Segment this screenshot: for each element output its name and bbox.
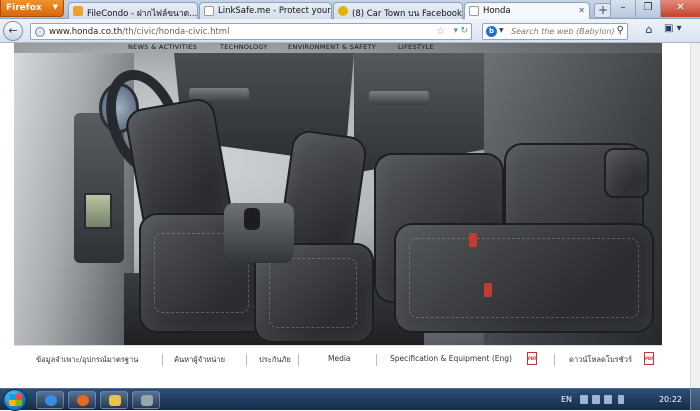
specs-english-link[interactable]: Specification & Equipment (Eng) bbox=[390, 354, 512, 363]
tray-app-icon[interactable] bbox=[580, 395, 588, 404]
taskbar-ie[interactable] bbox=[36, 391, 64, 409]
app-icon bbox=[141, 395, 153, 406]
site-identity-icon[interactable] bbox=[35, 27, 45, 37]
headrest bbox=[604, 148, 649, 198]
nav-news-activities[interactable]: NEWS & ACTIVITIES bbox=[128, 43, 197, 51]
tab-label: FileCondo - ฝากไฟล์ขนาด... bbox=[87, 9, 198, 19]
cartown-favicon-icon bbox=[338, 6, 348, 16]
tab-bar: Firefox ▼ FileCondo - ฝากไฟล์ขนาด... Lin… bbox=[0, 0, 700, 19]
filecondo-favicon-icon bbox=[73, 6, 83, 16]
firefox-icon bbox=[77, 395, 89, 406]
flag-icon[interactable] bbox=[592, 395, 600, 404]
menu-divider bbox=[376, 354, 377, 366]
audio-display bbox=[84, 193, 112, 229]
navigation-bar: ← www.honda.co.th/th/civic/honda-civic.h… bbox=[0, 19, 700, 43]
system-tray: EN 20:22 bbox=[540, 389, 700, 411]
pdf-icon[interactable]: PDF bbox=[527, 352, 537, 365]
bookmark-star-icon[interactable]: ☆ bbox=[436, 26, 445, 37]
folder-icon bbox=[109, 395, 121, 406]
babylon-engine-icon[interactable]: b bbox=[486, 26, 497, 37]
tab-car-town[interactable]: (8) Car Town บน Facebook bbox=[333, 2, 463, 19]
search-input[interactable]: b ▼ Search the web (Babylon) ⚲ bbox=[482, 23, 628, 40]
tab-honda[interactable]: Honda ✕ bbox=[464, 2, 590, 19]
pdf-icon[interactable]: PDF bbox=[644, 352, 654, 365]
site-nav: NEWS & ACTIVITIES TECHNOLOGY ENVIRONMENT… bbox=[14, 43, 662, 53]
seat-stitching bbox=[409, 238, 639, 318]
seatbelt-buckle bbox=[484, 283, 492, 297]
dropdown-icon[interactable]: ▾ bbox=[453, 26, 458, 36]
bottom-menu: ข้อมูลจำเพาะ/อุปกรณ์มาตรฐาน ค้นหาผู้จำหน… bbox=[14, 345, 662, 371]
url-path: /th/civic/honda-civic.html bbox=[122, 27, 230, 37]
window-controls: – ❐ ✕ bbox=[610, 0, 700, 17]
taskbar-explorer[interactable] bbox=[100, 391, 128, 409]
start-button[interactable] bbox=[3, 389, 27, 411]
page-favicon-icon bbox=[204, 6, 214, 16]
windows-taskbar: EN 20:22 bbox=[0, 388, 700, 411]
tab-linksafe[interactable]: LinkSafe.me - Protect your... bbox=[199, 2, 332, 19]
address-bar[interactable]: www.honda.co.th/th/civic/honda-civic.htm… bbox=[30, 23, 472, 40]
taskbar-app[interactable] bbox=[132, 391, 160, 409]
close-window-button[interactable]: ✕ bbox=[660, 0, 700, 17]
ie-icon bbox=[45, 395, 57, 406]
reload-icon[interactable]: ↻ bbox=[460, 26, 468, 36]
maximize-button[interactable]: ❐ bbox=[635, 0, 660, 17]
firefox-menu-label: Firefox bbox=[6, 3, 42, 13]
specs-thai-link[interactable]: ข้อมูลจำเพาะ/อุปกรณ์มาตรฐาน bbox=[36, 354, 138, 366]
taskbar-firefox[interactable] bbox=[68, 391, 96, 409]
menu-divider bbox=[554, 354, 555, 366]
tab-filecondo[interactable]: FileCondo - ฝากไฟล์ขนาด... bbox=[68, 2, 198, 19]
tab-label: (8) Car Town บน Facebook bbox=[352, 9, 462, 19]
page-scrollbar[interactable] bbox=[690, 43, 700, 388]
web-page: NEWS & ACTIVITIES TECHNOLOGY ENVIRONMENT… bbox=[0, 43, 700, 388]
door-handle bbox=[369, 91, 429, 105]
firefox-menu-button[interactable]: Firefox ▼ bbox=[0, 0, 64, 17]
nav-environment-safety[interactable]: ENVIRONMENT & SAFETY bbox=[288, 43, 376, 51]
bookmarks-menu-icon[interactable]: ▣ ▾ bbox=[664, 23, 694, 40]
volume-icon[interactable] bbox=[618, 395, 624, 404]
search-placeholder: Search the web (Babylon) bbox=[511, 27, 615, 36]
civic-interior-image: NEWS & ACTIVITIES TECHNOLOGY ENVIRONMENT… bbox=[14, 43, 662, 345]
honda-favicon-icon bbox=[469, 6, 479, 16]
seat-stitching bbox=[269, 258, 357, 328]
chevron-down-icon[interactable]: ▼ bbox=[499, 27, 504, 34]
nav-lifestyle[interactable]: LIFESTYLE bbox=[398, 43, 434, 51]
minimize-button[interactable]: – bbox=[610, 0, 635, 17]
home-icon[interactable]: ⌂ bbox=[640, 23, 658, 40]
menu-divider bbox=[162, 354, 163, 366]
menu-divider bbox=[298, 354, 299, 366]
url-host: www.honda.co.th bbox=[49, 27, 123, 37]
windows-logo-icon bbox=[9, 394, 22, 406]
close-tab-icon[interactable]: ✕ bbox=[578, 6, 585, 15]
clock[interactable]: 20:22 bbox=[659, 395, 682, 404]
show-desktop-button[interactable] bbox=[690, 389, 700, 411]
back-button[interactable]: ← bbox=[3, 21, 23, 41]
find-dealer-link[interactable]: ค้นหาผู้จำหน่าย bbox=[174, 354, 225, 366]
tab-label: LinkSafe.me - Protect your... bbox=[218, 6, 332, 16]
gear-knob bbox=[244, 208, 260, 230]
insurance-link[interactable]: ประกันภัย bbox=[259, 354, 291, 366]
language-indicator[interactable]: EN bbox=[561, 395, 572, 404]
chevron-down-icon: ▼ bbox=[52, 3, 58, 11]
media-link[interactable]: Media bbox=[328, 354, 351, 363]
nav-technology[interactable]: TECHNOLOGY bbox=[220, 43, 268, 51]
network-icon[interactable] bbox=[604, 395, 612, 404]
menu-divider bbox=[246, 354, 247, 366]
seatbelt-buckle bbox=[469, 233, 477, 247]
tab-label: Honda bbox=[483, 6, 511, 16]
search-icon[interactable]: ⚲ bbox=[617, 25, 624, 36]
download-brochure-link[interactable]: ดาวน์โหลดโบรชัวร์ bbox=[569, 354, 632, 366]
